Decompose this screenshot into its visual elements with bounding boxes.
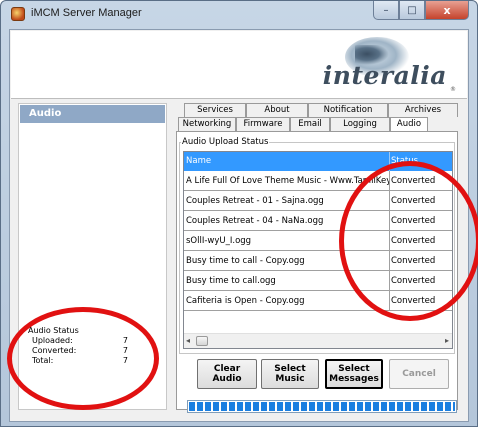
window-title: iMCM Server Manager bbox=[31, 7, 142, 19]
clear-audio-button[interactable]: Clear Audio bbox=[197, 359, 257, 389]
close-button[interactable]: x bbox=[425, 1, 469, 20]
tab-logging[interactable]: Logging bbox=[330, 117, 390, 131]
annotation-circle-status bbox=[7, 307, 159, 410]
tab-email[interactable]: Email bbox=[290, 117, 330, 131]
scroll-thumb[interactable] bbox=[196, 336, 208, 346]
select-messages-label-1: Select bbox=[338, 364, 370, 374]
clear-audio-label: Clear Audio bbox=[212, 364, 242, 384]
tab-audio[interactable]: Audio bbox=[390, 117, 428, 131]
caption-buttons: – □ x bbox=[373, 1, 469, 21]
column-name-header[interactable]: Name bbox=[186, 156, 211, 166]
select-music-label-2: Music bbox=[275, 374, 305, 384]
tab-firmware[interactable]: Firmware bbox=[236, 117, 290, 131]
title-bar[interactable]: iMCM Server Manager – □ x bbox=[1, 1, 477, 27]
select-music-label-1: Select bbox=[274, 364, 306, 374]
horizontal-scrollbar[interactable]: ◂ ▸ bbox=[184, 333, 452, 348]
tab-row-2: Networking Firmware Email Logging Audio bbox=[178, 117, 428, 131]
progress-bar bbox=[187, 400, 457, 413]
scroll-right-icon[interactable]: ▸ bbox=[445, 336, 449, 345]
minimize-button[interactable]: – bbox=[373, 1, 399, 20]
annotation-circle-converted bbox=[339, 161, 478, 321]
tab-notification[interactable]: Notification bbox=[308, 103, 388, 117]
cancel-button[interactable]: Cancel bbox=[389, 359, 449, 389]
tab-row-1: Services About Notification Archives bbox=[184, 103, 458, 117]
scroll-left-icon[interactable]: ◂ bbox=[186, 336, 190, 345]
brand-logo: interalia bbox=[322, 61, 447, 90]
tab-networking[interactable]: Networking bbox=[178, 117, 236, 131]
registered-mark: ® bbox=[450, 86, 456, 93]
progress-fill bbox=[189, 402, 455, 411]
cancel-label: Cancel bbox=[402, 369, 436, 379]
maximize-button[interactable]: □ bbox=[399, 1, 425, 20]
tab-about[interactable]: About bbox=[246, 103, 308, 117]
select-music-button[interactable]: Select Music bbox=[261, 359, 319, 389]
panel-header: Audio bbox=[20, 105, 165, 123]
app-icon bbox=[11, 7, 25, 21]
select-messages-button[interactable]: Select Messages bbox=[325, 359, 383, 389]
tab-services[interactable]: Services bbox=[184, 103, 246, 117]
brand-banner: interalia ® bbox=[11, 31, 467, 99]
app-window: iMCM Server Manager – □ x interalia ® Au… bbox=[0, 0, 478, 427]
tab-archives[interactable]: Archives bbox=[388, 103, 458, 117]
upload-group-legend: Audio Upload Status bbox=[181, 137, 270, 147]
select-messages-label-2: Messages bbox=[329, 374, 379, 384]
